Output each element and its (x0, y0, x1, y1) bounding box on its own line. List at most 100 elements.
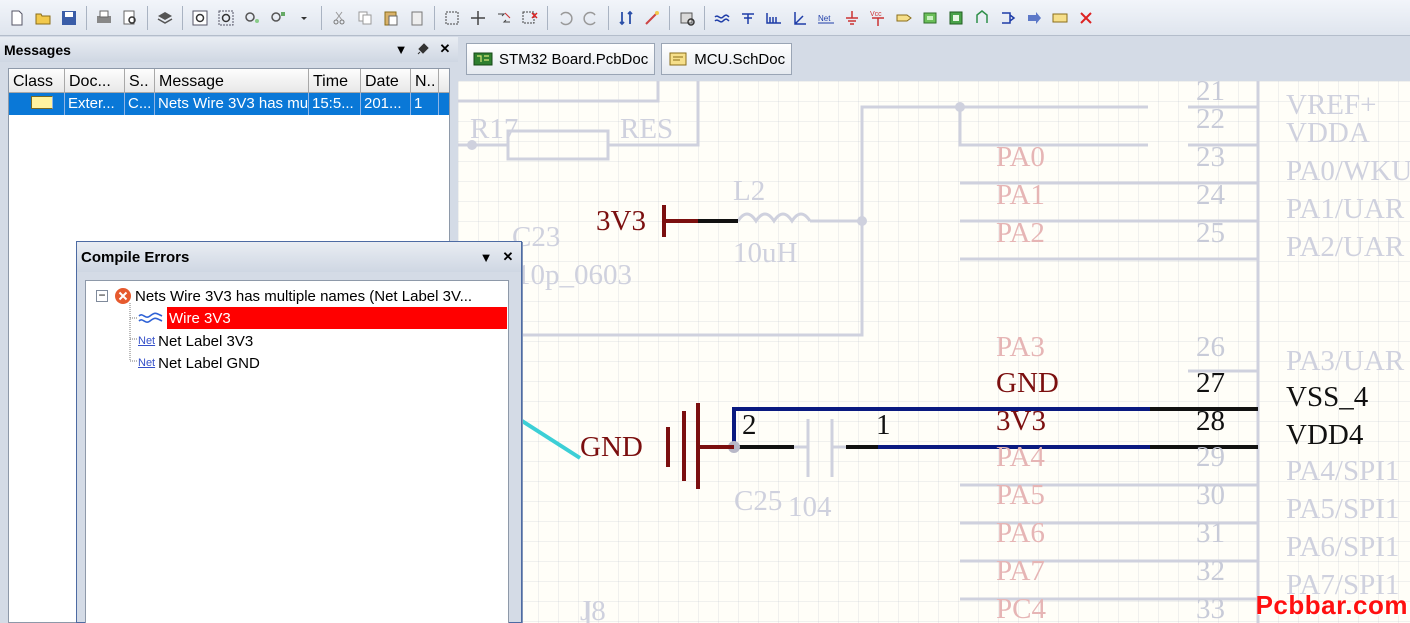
pin-net-label[interactable]: PA4 (996, 443, 1045, 472)
zoom-select-icon[interactable] (241, 7, 263, 29)
pin-net-label[interactable]: PA7 (996, 557, 1045, 586)
layers-icon[interactable] (154, 7, 176, 29)
port-icon[interactable] (893, 7, 915, 29)
tree-item-wire[interactable]: Wire 3V3 (138, 307, 507, 329)
value-l2[interactable]: 10uH (733, 239, 797, 268)
designator-r17[interactable]: R17 (470, 115, 518, 144)
pin-function: PA4/SPI1 (1286, 455, 1400, 487)
undo-icon[interactable] (554, 7, 576, 29)
close-icon[interactable]: ✕ (501, 249, 515, 265)
compile-errors-panel: Compile Errors ▼ ✕ − Nets Wire 3V3 has m… (76, 241, 522, 623)
hierarchy-icon[interactable] (615, 7, 637, 29)
tree-item-label: Net Label GND (158, 354, 260, 372)
save-icon[interactable] (58, 7, 80, 29)
document-tab-bar: STM32 Board.PcbDoc MCU.SchDoc (460, 37, 1410, 81)
select-rect-icon[interactable] (441, 7, 463, 29)
bus-icon[interactable] (737, 7, 759, 29)
copy-icon[interactable] (354, 7, 376, 29)
clipboard-icon[interactable] (406, 7, 428, 29)
print-preview-icon[interactable] (119, 7, 141, 29)
net-label-icon: Net (138, 335, 156, 347)
harness-icon[interactable] (971, 7, 993, 29)
pin-net-label[interactable]: 3V3 (996, 407, 1046, 436)
pin-net-label[interactable]: GND (996, 369, 1059, 398)
cap-pin-2: 2 (742, 409, 757, 441)
tree-item-net-label-3v3[interactable]: Net Net Label 3V3 (138, 330, 253, 352)
panel-menu-icon[interactable]: ▼ (394, 41, 408, 57)
comment-res[interactable]: RES (620, 115, 673, 144)
power-port-3v3[interactable]: 3V3 (596, 207, 646, 236)
toolbar-separator (669, 5, 670, 30)
designator-l2[interactable]: L2 (733, 177, 765, 206)
column-header[interactable]: Date (361, 69, 411, 92)
cut-icon[interactable] (328, 7, 350, 29)
column-header[interactable]: N.. (411, 69, 439, 92)
entry-icon[interactable] (997, 7, 1019, 29)
net-label-icon: Net (138, 357, 156, 369)
pin-net-label[interactable]: PC4 (996, 595, 1046, 623)
directive-icon[interactable] (1049, 7, 1071, 29)
wire-icon[interactable] (711, 7, 733, 29)
column-header[interactable]: Doc... (65, 69, 125, 92)
column-header[interactable]: Class (9, 69, 65, 92)
vcc-icon[interactable]: Vcc (867, 7, 889, 29)
wand-icon[interactable] (641, 7, 663, 29)
value-c25[interactable]: 104 (788, 493, 832, 522)
sheet-symbol-icon[interactable] (945, 7, 967, 29)
pin-number: 29 (1196, 441, 1225, 473)
toolbar-separator (547, 5, 548, 30)
tree-item-label: Nets Wire 3V3 has multiple names (Net La… (135, 287, 473, 305)
pin-net-label[interactable]: PA6 (996, 519, 1045, 548)
zoom-fit-icon[interactable] (189, 7, 211, 29)
deselect-icon[interactable] (519, 7, 541, 29)
zoom-area-icon[interactable] (215, 7, 237, 29)
tree-item-net-label-gnd[interactable]: Net Net Label GND (138, 352, 260, 374)
pin-net-label[interactable]: PA3 (996, 333, 1045, 362)
column-header[interactable]: S.. (125, 69, 155, 92)
redo-icon[interactable] (580, 7, 602, 29)
close-icon[interactable] (1075, 7, 1097, 29)
tab-pcb-doc[interactable]: STM32 Board.PcbDoc (466, 43, 656, 75)
table-row[interactable]: Exter... C... Nets Wire 3V3 has multip..… (9, 93, 449, 115)
pin-function: VSS_4 (1286, 381, 1369, 413)
pin-net-label[interactable]: PA1 (996, 181, 1045, 210)
designator-c25[interactable]: C25 (734, 487, 782, 516)
component-icon[interactable] (676, 7, 698, 29)
print-icon[interactable] (93, 7, 115, 29)
open-icon[interactable] (32, 7, 54, 29)
value-c23[interactable]: 10p_0603 (516, 261, 632, 290)
cross-icon[interactable] (493, 7, 515, 29)
pin-function: PA2/UAR (1286, 231, 1405, 263)
power-port-gnd[interactable]: GND (580, 433, 643, 462)
pin-icon[interactable] (416, 41, 430, 57)
source-cell: C... (125, 93, 155, 115)
pin-net-label[interactable]: PA2 (996, 219, 1045, 248)
netflag-icon[interactable] (789, 7, 811, 29)
tree-item-label: Net Label 3V3 (158, 332, 254, 350)
panel-menu-icon[interactable]: ▼ (479, 249, 493, 265)
tree-item-root[interactable]: − Nets Wire 3V3 has multiple names (Net … (96, 285, 472, 307)
pin-function: PA6/SPI1 (1286, 531, 1400, 563)
sheet-icon[interactable] (919, 7, 941, 29)
pin-net-label[interactable]: PA0 (996, 143, 1045, 172)
column-header[interactable]: Message (155, 69, 309, 92)
bus-entry-icon[interactable] (763, 7, 785, 29)
pin-net-label[interactable]: PA5 (996, 481, 1045, 510)
close-icon[interactable]: ✕ (438, 41, 452, 57)
net-label-icon[interactable]: Net (815, 7, 837, 29)
tree-item-label: Wire 3V3 (167, 307, 507, 329)
compile-errors-title-bar[interactable]: Compile Errors ▼ ✕ (77, 242, 521, 272)
chevron-down-icon[interactable] (293, 7, 315, 29)
column-header[interactable]: Time (309, 69, 361, 92)
schematic-canvas[interactable]: R17 RES L2 10uH C23 10p_0603 C25 104 J8 … (458, 81, 1410, 623)
tab-sch-doc[interactable]: MCU.SchDoc (661, 43, 793, 75)
paste-icon[interactable] (380, 7, 402, 29)
filter-icon[interactable] (267, 7, 289, 29)
arrow-icon[interactable] (1023, 7, 1045, 29)
move-icon[interactable] (467, 7, 489, 29)
date-cell: 201... (361, 93, 411, 115)
new-icon[interactable] (6, 7, 28, 29)
designator-j8[interactable]: J8 (580, 597, 606, 623)
pin-number: 30 (1196, 479, 1225, 511)
ground-icon[interactable] (841, 7, 863, 29)
